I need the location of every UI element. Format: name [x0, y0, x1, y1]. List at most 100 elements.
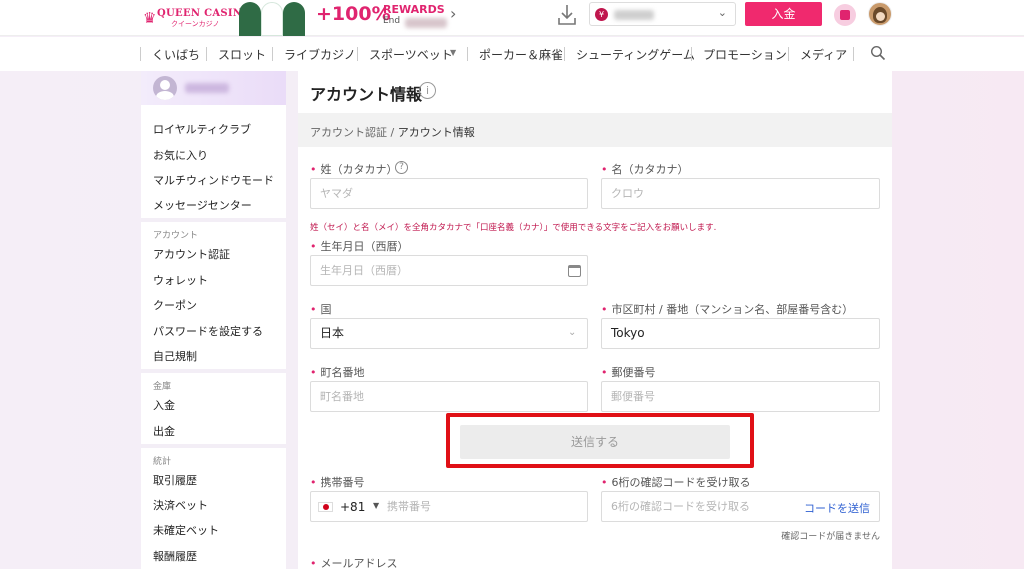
sidebar-item-wallet[interactable]: ウォレット — [153, 272, 208, 288]
promo-chevron-right-icon[interactable]: › — [450, 4, 456, 23]
wallet-balance-dropdown[interactable]: ¥ ⌄ — [589, 2, 736, 26]
nav-item-live-casino[interactable]: ライブカジノ — [284, 46, 356, 63]
japan-flag-icon[interactable] — [318, 502, 333, 512]
required-mark: • — [310, 557, 317, 569]
sidebar-item-coupon[interactable]: クーポン — [153, 297, 197, 313]
breadcrumb-text: アカウント認証 / アカウント情報 — [310, 124, 475, 140]
player-figure-1 — [239, 2, 261, 36]
nav-item-slots[interactable]: スロット — [218, 46, 266, 63]
sidebar-item-deposit[interactable]: 入金 — [153, 397, 175, 413]
user-avatar[interactable] — [868, 2, 892, 26]
required-mark: • — [601, 476, 608, 489]
nav-divider — [853, 47, 854, 61]
promo-end-label: End — [383, 16, 401, 26]
question-icon[interactable]: ? — [395, 161, 408, 174]
breadcrumb-parent-link[interactable]: アカウント認証 — [310, 126, 387, 139]
info-icon[interactable]: i — [419, 82, 436, 99]
required-mark: • — [310, 476, 317, 489]
sidebar-item-message-center[interactable]: メッセージセンター — [153, 197, 252, 213]
street-input[interactable] — [310, 381, 588, 412]
download-icon[interactable] — [555, 2, 579, 28]
sidebar-item-multi-window[interactable]: マルチウィンドウモード — [153, 172, 274, 188]
nav-item-media[interactable]: メディア — [800, 46, 847, 63]
nav-divider — [564, 47, 565, 61]
nav-divider — [272, 47, 273, 61]
sidebar-item-loyalty-club[interactable]: ロイヤルティクラブ — [153, 121, 251, 137]
nav-item-shooting-games[interactable]: シューティングゲーム — [576, 46, 695, 63]
phone-field: +81 ▼ — [310, 491, 588, 522]
sidebar-item-withdraw[interactable]: 出金 — [153, 423, 175, 439]
verification-code-input[interactable] — [611, 493, 801, 520]
sidebar-item-set-password[interactable]: パスワードを設定する — [153, 323, 263, 339]
chevron-down-icon: ⌄ — [568, 327, 577, 338]
search-icon[interactable] — [870, 45, 886, 61]
sidebar-item-unsettled-bets[interactable]: 未確定ベット — [153, 522, 219, 538]
required-mark: • — [310, 163, 317, 176]
sidebar-item-settled-bets[interactable]: 決済ベット — [153, 497, 208, 513]
sidebar-item-transaction-history[interactable]: 取引履歴 — [153, 472, 197, 488]
last-name-input[interactable] — [310, 178, 588, 209]
required-mark: • — [601, 163, 608, 176]
zip-input[interactable] — [601, 381, 880, 412]
sidebar-item-reward-history[interactable]: 報酬履歴 — [153, 548, 197, 564]
phone-label-text: 携帯番号 — [320, 476, 365, 489]
country-code[interactable]: +81 — [340, 500, 365, 514]
required-mark: • — [310, 303, 317, 316]
deposit-button[interactable]: 入金 — [745, 2, 822, 26]
nav-item-promotions[interactable]: プロモーション — [703, 46, 787, 63]
gift-icon[interactable] — [834, 4, 856, 26]
highlight-box — [446, 413, 754, 468]
wallet-balance-blurred — [614, 10, 654, 20]
breadcrumb: アカウント認証 / アカウント情報 — [298, 113, 892, 147]
verification-code-field: コードを送信 — [601, 491, 880, 522]
country-label-text: 国 — [320, 303, 332, 316]
promo-banner-image[interactable] — [237, 0, 309, 36]
top-bar: ♛ QUEEN CASINO クイーンカジノ +100% REWARDS End… — [0, 0, 1024, 36]
nav-item-kuibachi[interactable]: くいばち — [152, 46, 200, 63]
queen-casino-logo[interactable]: ♛ QUEEN CASINO クイーンカジノ — [143, 7, 251, 29]
sidebar-item-favorites[interactable]: お気に入り — [153, 147, 208, 163]
last-name-label-text: 姓（カタカナ） — [320, 163, 398, 176]
sidebar-section-bank: 金庫 — [153, 382, 172, 392]
sidebar-item-account-verification[interactable]: アカウント認証 — [153, 246, 230, 262]
send-code-link[interactable]: コードを送信 — [804, 500, 870, 516]
caret-down-icon[interactable]: ▼ — [373, 501, 379, 510]
breadcrumb-separator: / — [387, 126, 398, 139]
sidebar-section-account: アカウント — [153, 231, 199, 241]
crown-icon: ♛ — [143, 9, 157, 27]
yen-icon: ¥ — [595, 8, 608, 21]
city-input[interactable]: Tokyo — [601, 318, 880, 349]
page-title: アカウント情報 — [310, 85, 423, 104]
breadcrumb-current: アカウント情報 — [397, 126, 475, 139]
last-name-label: • 姓（カタカナ） — [310, 161, 398, 177]
sidebar-divider — [141, 444, 286, 448]
calendar-icon[interactable] — [568, 265, 581, 277]
dob-label: • 生年月日（西暦） — [310, 238, 409, 254]
promo-percent[interactable]: +100% — [316, 3, 391, 25]
sidebar-user-header[interactable] — [141, 71, 286, 105]
nav-item-sports-bet[interactable]: スポーツベット — [369, 46, 453, 63]
phone-input[interactable] — [387, 493, 582, 520]
sidebar-divider — [141, 369, 286, 373]
first-name-input[interactable] — [601, 178, 880, 209]
sidebar-section-stats: 統計 — [153, 457, 172, 467]
caret-down-icon[interactable]: ▼ — [450, 48, 456, 57]
main-nav: くいばち スロット ライブカジノ スポーツベット ▼ ポーカー＆麻雀 シューティ… — [0, 37, 1024, 71]
katakana-warning: 姓（セイ）と名（メイ）を全角カタカナで「口座名義（カナ）」で使用できる文字をご記… — [310, 223, 717, 233]
country-select[interactable]: 日本 — [310, 318, 588, 349]
dob-label-text: 生年月日（西暦） — [320, 240, 409, 253]
zip-label: • 郵便番号 — [601, 364, 656, 380]
promo-countdown-blurred — [405, 18, 447, 28]
nav-item-poker-mahjong[interactable]: ポーカー＆麻雀 — [479, 46, 563, 63]
default-avatar-icon — [153, 76, 177, 100]
sidebar-divider — [141, 218, 286, 222]
nav-divider — [788, 47, 789, 61]
country-label: • 国 — [310, 301, 332, 317]
required-mark: • — [601, 303, 608, 316]
promo-rewards[interactable]: REWARDS — [383, 3, 445, 16]
nav-divider — [357, 47, 358, 61]
username-blurred — [185, 83, 229, 93]
dob-input[interactable] — [310, 255, 588, 286]
sidebar-item-self-exclusion[interactable]: 自己規制 — [153, 348, 197, 364]
no-code-link[interactable]: 確認コードが届きません — [781, 529, 880, 542]
